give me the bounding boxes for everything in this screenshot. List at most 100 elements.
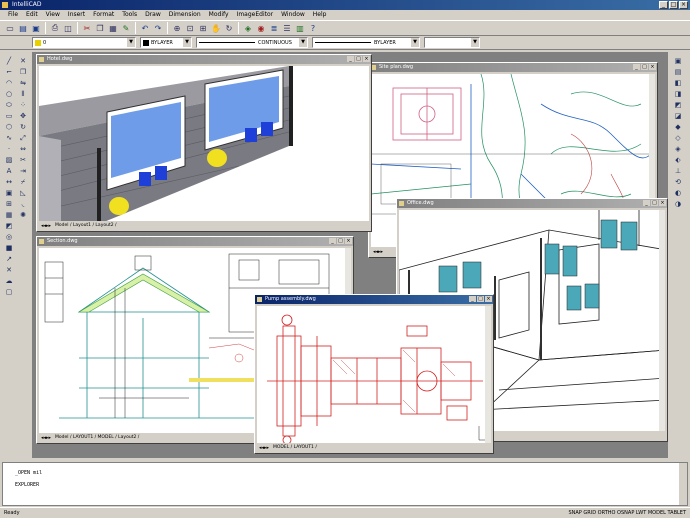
drawing-window[interactable]: Pump assembly.dwg _ □ × ◂◂▸▸ MODEL / LAY… <box>254 294 494 454</box>
explode-icon[interactable]: ✺ <box>17 210 29 220</box>
image-icon[interactable]: ▦ <box>3 210 15 220</box>
layout-tab-labels[interactable]: Model / Layout1 / Layout2 / <box>55 223 117 228</box>
properties-icon[interactable]: ☰ <box>281 22 293 34</box>
circle-icon[interactable]: ○ <box>3 89 15 99</box>
array-icon[interactable]: ⁘ <box>17 100 29 110</box>
rotate-icon[interactable]: ↻ <box>17 122 29 132</box>
shade-icon[interactable]: ◐ <box>672 188 684 198</box>
spline-icon[interactable]: ∿ <box>3 133 15 143</box>
save-icon[interactable]: ▣ <box>30 22 42 34</box>
ellipse-icon[interactable]: ⬭ <box>3 100 15 110</box>
command-scrollbar[interactable] <box>679 463 687 505</box>
vertical-scrollbar[interactable] <box>485 306 491 443</box>
front-view-icon[interactable]: ◩ <box>672 100 684 110</box>
close-button[interactable]: × <box>345 238 352 244</box>
pan-icon[interactable]: ✋ <box>210 22 222 34</box>
close-button[interactable]: × <box>679 1 688 9</box>
tab-nav-arrows[interactable]: ◂◂▸▸ <box>373 249 383 255</box>
minimize-button[interactable]: _ <box>469 296 476 302</box>
hide-icon[interactable]: ◑ <box>672 199 684 209</box>
zoom-extents-icon[interactable]: ⊞ <box>197 22 209 34</box>
maximize-button[interactable]: □ <box>355 56 362 62</box>
close-button[interactable]: × <box>363 56 370 62</box>
layout-tabs[interactable]: ◂◂▸▸ MODEL / LAYOUT1 / <box>257 444 491 452</box>
menu-view[interactable]: View <box>42 10 64 20</box>
menu-image-editor[interactable]: ImageEditor <box>233 10 278 20</box>
orbit-icon[interactable]: ⟲ <box>672 177 684 187</box>
scale-icon[interactable]: ⤢ <box>17 133 29 143</box>
tab-nav-arrows[interactable]: ◂◂▸▸ <box>41 223 51 229</box>
match-properties-icon[interactable]: ✎ <box>120 22 132 34</box>
solid-icon[interactable]: ■ <box>3 243 15 253</box>
zoom-realtime-icon[interactable]: ⊕ <box>171 22 183 34</box>
menu-help[interactable]: Help <box>309 10 331 20</box>
point-icon[interactable]: · <box>3 144 15 154</box>
iso-sw-icon[interactable]: ◆ <box>672 122 684 132</box>
view-icon[interactable]: ◈ <box>242 22 254 34</box>
xline-icon[interactable]: ✕ <box>3 265 15 275</box>
top-view-icon[interactable]: ▣ <box>672 56 684 66</box>
status-toggles[interactable]: SNAP GRID ORTHO OSNAP LWT MODEL TABLET <box>568 508 686 518</box>
color-dropdown[interactable]: BYLAYER ▼ <box>140 37 192 48</box>
region-icon[interactable]: ◩ <box>3 221 15 231</box>
linetype-dropdown[interactable]: CONTINUOUS ▼ <box>196 37 308 48</box>
layers-icon[interactable]: ≣ <box>268 22 280 34</box>
text-icon[interactable]: A <box>3 166 15 176</box>
fillet-icon[interactable]: ◟ <box>17 199 29 209</box>
cut-icon[interactable]: ✂ <box>81 22 93 34</box>
iso-ne-icon[interactable]: ◈ <box>672 144 684 154</box>
back-view-icon[interactable]: ◪ <box>672 111 684 121</box>
print-preview-icon[interactable]: ◫ <box>62 22 74 34</box>
offset-icon[interactable]: ⫴ <box>17 89 29 99</box>
wipeout-icon[interactable]: ▢ <box>3 287 15 297</box>
ray-icon[interactable]: ↗ <box>3 254 15 264</box>
insert-icon[interactable]: ⊞ <box>3 199 15 209</box>
menu-modify[interactable]: Modify <box>205 10 233 20</box>
block-icon[interactable]: ▣ <box>3 188 15 198</box>
erase-icon[interactable]: ✕ <box>17 56 29 66</box>
mirror-icon[interactable]: ⇋ <box>17 78 29 88</box>
chamfer-icon[interactable]: ◺ <box>17 188 29 198</box>
menu-tools[interactable]: Tools <box>118 10 141 20</box>
layer-dropdown[interactable]: 0 ▼ <box>32 37 136 48</box>
extend-icon[interactable]: ⇥ <box>17 166 29 176</box>
redraw-icon[interactable]: ↻ <box>223 22 235 34</box>
line-icon[interactable]: ╱ <box>3 56 15 66</box>
minimize-button[interactable]: _ <box>643 200 650 206</box>
left-view-icon[interactable]: ◧ <box>672 78 684 88</box>
close-button[interactable]: × <box>485 296 492 302</box>
command-line[interactable]: _OPEN mil EXPLORER <box>2 462 688 506</box>
iso-nw-icon[interactable]: ⬖ <box>672 155 684 165</box>
tab-nav-arrows[interactable]: ◂◂▸▸ <box>41 435 51 441</box>
new-icon[interactable]: ▭ <box>4 22 16 34</box>
stretch-icon[interactable]: ⇔ <box>17 144 29 154</box>
menu-edit[interactable]: Edit <box>22 10 42 20</box>
open-icon[interactable]: ▤ <box>17 22 29 34</box>
maximize-button[interactable]: □ <box>651 200 658 206</box>
explorer-icon[interactable]: ▥ <box>294 22 306 34</box>
trim-icon[interactable]: ✂ <box>17 155 29 165</box>
minimize-button[interactable]: _ <box>347 56 354 62</box>
undo-icon[interactable]: ↶ <box>139 22 151 34</box>
copy-icon[interactable]: ❐ <box>94 22 106 34</box>
menu-window[interactable]: Window <box>277 10 309 20</box>
menu-file[interactable]: File <box>4 10 22 20</box>
layout-tab-labels[interactable]: MODEL / LAYOUT1 / <box>273 445 317 450</box>
plot-style-dropdown[interactable]: ▼ <box>424 37 480 48</box>
rectangle-icon[interactable]: ▭ <box>3 111 15 121</box>
donut-icon[interactable]: ◎ <box>3 232 15 242</box>
dimension-icon[interactable]: ↔ <box>3 177 15 187</box>
move-icon[interactable]: ✥ <box>17 111 29 121</box>
layout-tab-labels[interactable]: Model / LAYOUT1 / MODEL / Layout2 / <box>55 435 139 440</box>
arc-icon[interactable]: ◠ <box>3 78 15 88</box>
bottom-view-icon[interactable]: ▤ <box>672 67 684 77</box>
help-icon[interactable]: ? <box>307 22 319 34</box>
minimize-button[interactable]: _ <box>329 238 336 244</box>
drawing-window[interactable]: Hotel.dwg _ □ × ◂◂▸▸ Model / Layout1 / L… <box>36 54 372 232</box>
tab-nav-arrows[interactable]: ◂◂▸▸ <box>259 445 269 451</box>
drawing-canvas[interactable] <box>39 66 369 221</box>
iso-se-icon[interactable]: ◇ <box>672 133 684 143</box>
layout-tabs[interactable]: ◂◂▸▸ Model / Layout1 / Layout2 / <box>39 222 369 230</box>
polygon-icon[interactable]: ⬡ <box>3 122 15 132</box>
break-icon[interactable]: ⌿ <box>17 177 29 187</box>
